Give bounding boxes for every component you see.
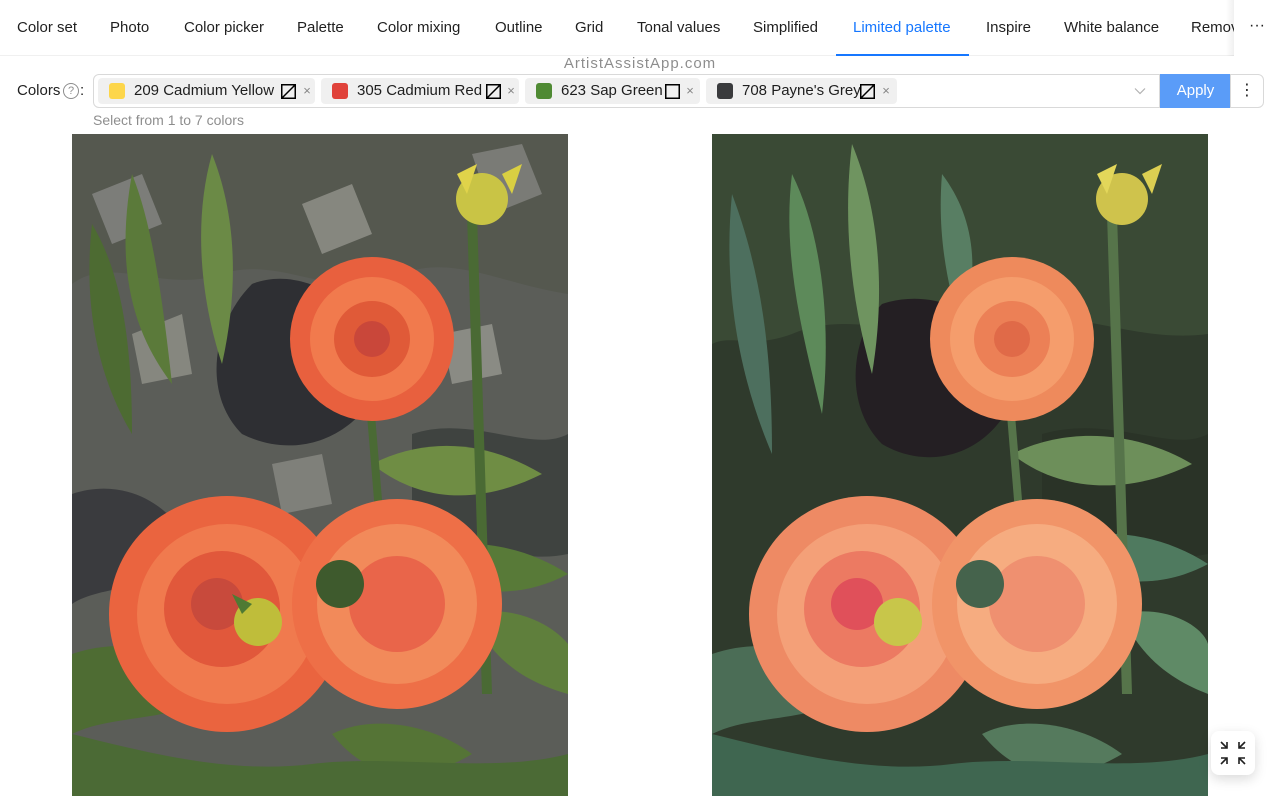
original-photo-image: [712, 134, 1208, 796]
colors-multiselect[interactable]: 209 Cadmium Yellow × 305 Cadmium Red × 6…: [93, 74, 1160, 108]
tab-list: Color set Photo Color picker Palette Col…: [0, 0, 1234, 56]
opaque-stroke-icon: [860, 84, 875, 99]
tab-limited-palette[interactable]: Limited palette: [853, 0, 951, 56]
color-tag-label: 209 Cadmium Yellow: [134, 82, 275, 99]
color-tag-label: 305 Cadmium Red: [357, 82, 483, 99]
label-colon: :: [80, 82, 85, 99]
original-photo-picture: [712, 134, 1208, 796]
tab-outline[interactable]: Outline: [495, 0, 543, 56]
close-icon[interactable]: ×: [300, 84, 314, 98]
question-circle-icon[interactable]: ?: [63, 83, 79, 99]
color-swatch: [536, 83, 552, 99]
selected-color-tag: 305 Cadmium Red ×: [321, 78, 519, 104]
apply-button[interactable]: Apply: [1160, 74, 1231, 108]
tab-palette[interactable]: Palette: [297, 0, 344, 56]
color-swatch: [717, 83, 733, 99]
color-tag-label: 623 Sap Green: [561, 82, 663, 99]
tab-simplified[interactable]: Simplified: [753, 0, 818, 56]
selected-color-tag: 623 Sap Green ×: [525, 78, 700, 104]
selected-color-tag: 708 Payne's Grey ×: [706, 78, 897, 104]
fullscreen-exit-icon: [1220, 741, 1246, 765]
tab-color-set[interactable]: Color set: [17, 0, 77, 56]
site-url-watermark: ArtistAssistApp.com: [563, 55, 717, 72]
more-options-button[interactable]: ⋮: [1230, 74, 1264, 108]
exit-fullscreen-button[interactable]: [1211, 731, 1255, 775]
dahlia-top: [290, 257, 454, 421]
dahlia-bottom-right: [932, 499, 1142, 709]
transparent-square-icon: [665, 84, 680, 99]
tab-tonal-values[interactable]: Tonal values: [637, 0, 720, 56]
chevron-down-icon[interactable]: [1133, 84, 1147, 98]
color-tag-label: 708 Payne's Grey: [742, 82, 861, 99]
more-tabs-button[interactable]: ···: [1234, 0, 1280, 56]
tab-inspire[interactable]: Inspire: [986, 0, 1031, 56]
tab-white-balance[interactable]: White balance: [1064, 0, 1159, 56]
opaque-stroke-icon: [486, 84, 501, 99]
color-swatch: [332, 83, 348, 99]
dahlia-top: [930, 257, 1094, 421]
limited-palette-picture: [72, 134, 568, 796]
limited-palette-image: [72, 134, 568, 796]
tab-color-picker[interactable]: Color picker: [184, 0, 264, 56]
tab-photo[interactable]: Photo: [110, 0, 149, 56]
selected-color-tag: 209 Cadmium Yellow ×: [98, 78, 315, 104]
close-icon[interactable]: ×: [683, 84, 697, 98]
top-tab-bar: Color set Photo Color picker Palette Col…: [0, 0, 1280, 56]
colors-label: Colors: [17, 82, 61, 99]
tab-color-mixing[interactable]: Color mixing: [377, 0, 460, 56]
close-icon[interactable]: ×: [504, 84, 518, 98]
colors-hint: Select from 1 to 7 colors: [93, 112, 244, 128]
color-swatch: [109, 83, 125, 99]
dahlia-bottom-right: [292, 499, 502, 709]
opaque-stroke-icon: [281, 84, 296, 99]
tab-grid[interactable]: Grid: [575, 0, 603, 56]
close-icon[interactable]: ×: [879, 84, 893, 98]
tabs-overflow-shadow: [1226, 0, 1234, 56]
